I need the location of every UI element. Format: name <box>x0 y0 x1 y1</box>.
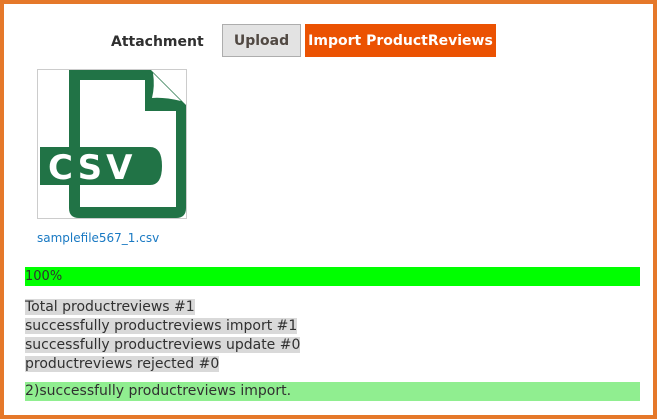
file-thumbnail[interactable]: CSV <box>37 69 187 219</box>
import-panel: Attachment Upload Import ProductReviews … <box>0 0 657 419</box>
progress-percent: 100% <box>25 269 63 284</box>
attachment-label: Attachment <box>111 34 204 50</box>
upload-button[interactable]: Upload <box>222 24 301 57</box>
import-productreviews-button[interactable]: Import ProductReviews <box>305 24 496 57</box>
csv-file-icon: CSV <box>40 70 186 218</box>
summary-imported: successfully productreviews import #1 <box>25 318 298 334</box>
summary-line: productreviews rejected #0 <box>25 353 300 372</box>
summary-line: Total productreviews #1 <box>25 296 300 315</box>
summary-line: successfully productreviews import #1 <box>25 315 300 334</box>
result-message: 2)successfully productreviews import. <box>25 382 640 401</box>
summary-total: Total productreviews #1 <box>25 299 195 315</box>
import-summary: Total productreviews #1 successfully pro… <box>25 296 301 372</box>
progress-bar-fill <box>25 267 640 286</box>
file-name-link[interactable]: samplefile567_1.csv <box>37 230 159 246</box>
progress-bar: 100% <box>25 267 640 286</box>
csv-icon-text: CSV <box>48 148 136 188</box>
summary-rejected: productreviews rejected #0 <box>25 356 220 372</box>
summary-updated: successfully productreviews update #0 <box>25 337 301 353</box>
summary-line: successfully productreviews update #0 <box>25 334 301 353</box>
